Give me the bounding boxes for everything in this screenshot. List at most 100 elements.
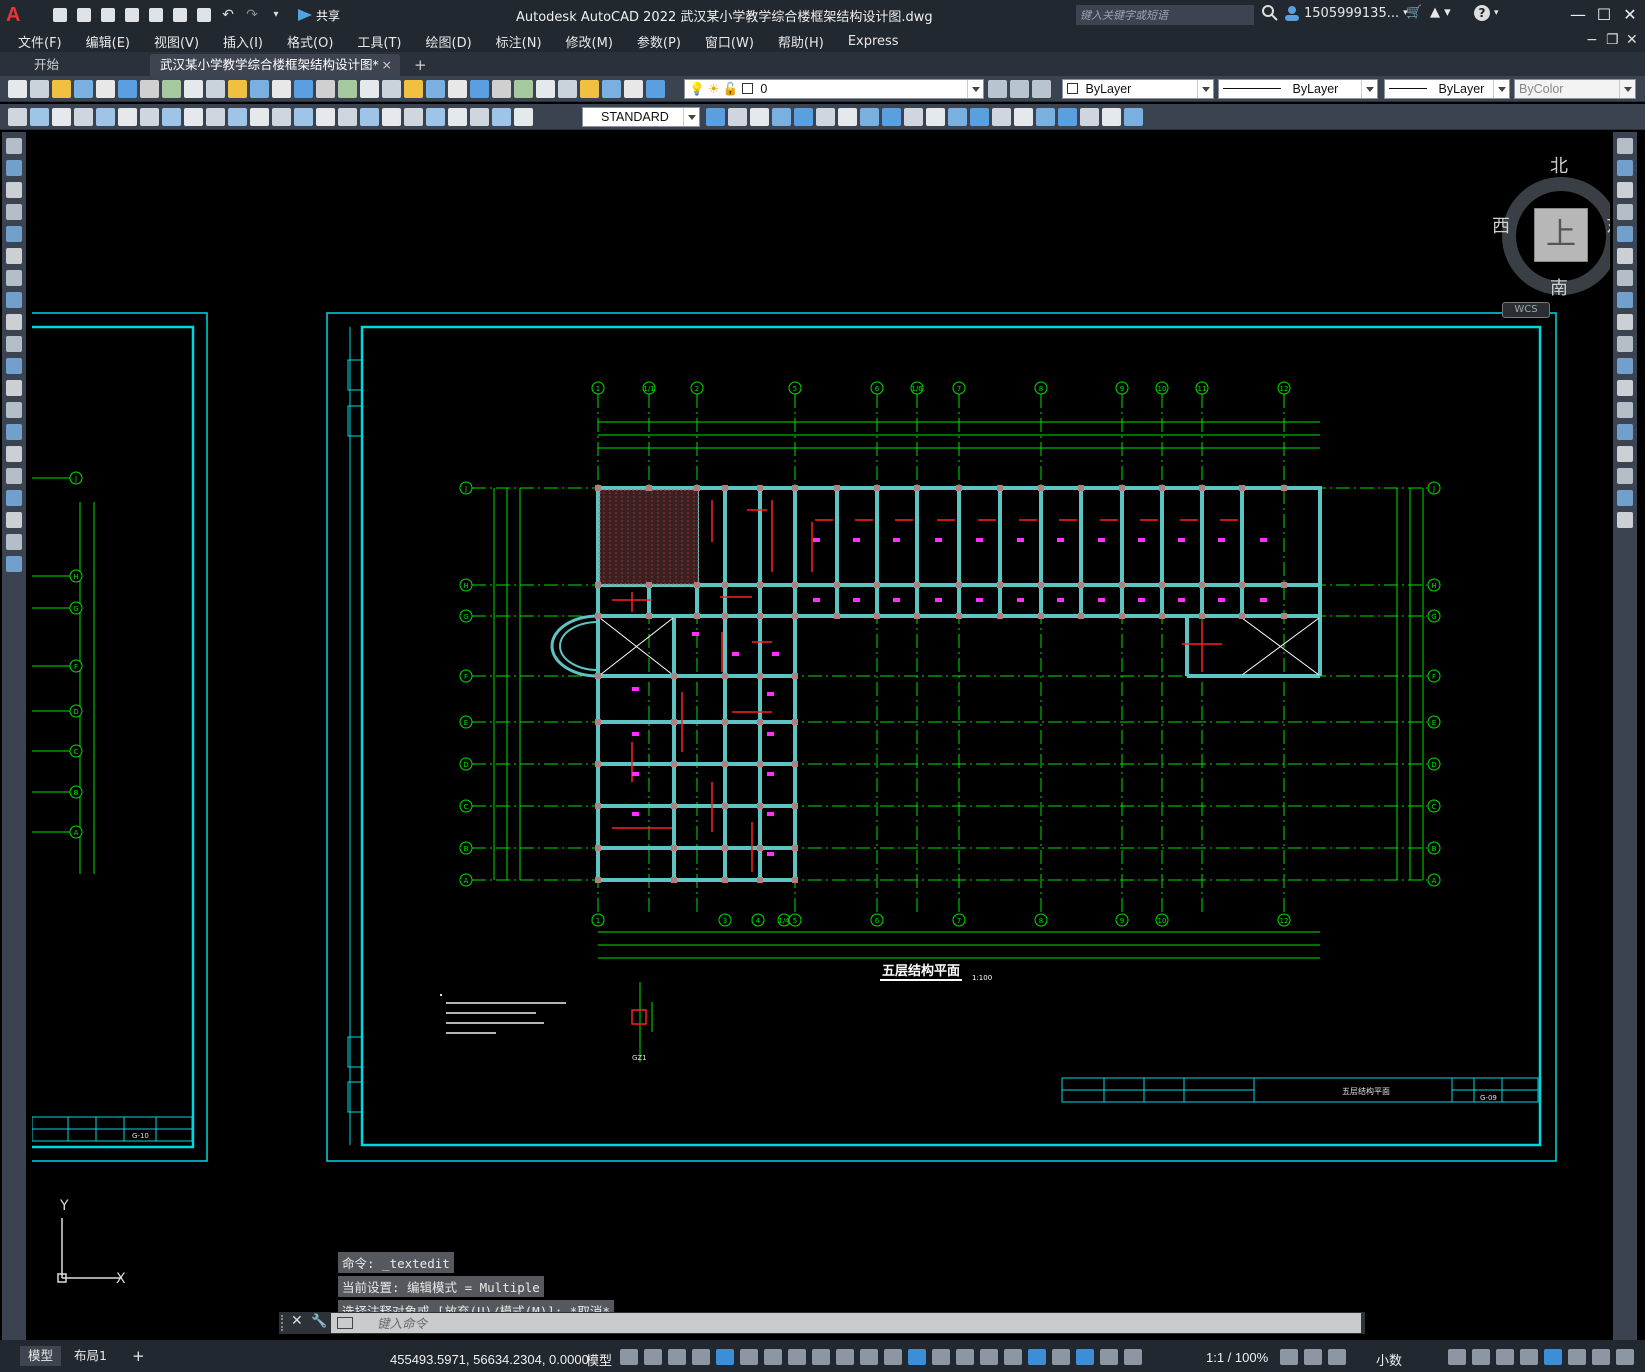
menu-item[interactable]: 编辑(E) xyxy=(86,32,130,51)
plotstyle-dropdown[interactable]: ByColor xyxy=(1514,79,1636,99)
standard-tool-icon[interactable] xyxy=(514,80,533,98)
modify-tool-icon[interactable] xyxy=(1617,468,1633,484)
modify-tool-icon[interactable] xyxy=(926,108,945,126)
standard-tool-icon[interactable] xyxy=(536,80,555,98)
modify-tool-icon[interactable] xyxy=(1617,314,1633,330)
modify-tool-icon[interactable] xyxy=(1617,204,1633,220)
dimension-tool-icon[interactable] xyxy=(272,108,291,126)
dimension-tool-icon[interactable] xyxy=(206,108,225,126)
west-label[interactable]: 西 xyxy=(1492,212,1510,238)
modify-tool-icon[interactable] xyxy=(970,108,989,126)
standard-tool-icon[interactable] xyxy=(646,80,665,98)
dimension-tool-icon[interactable] xyxy=(118,108,137,126)
modify-tool-icon[interactable] xyxy=(1617,490,1633,506)
drawing-area[interactable]: JHGFDCBA G-10 1 1/1 2 5 6 1/6 7 8 9 10 1… xyxy=(32,132,1610,1352)
draw-tool-icon[interactable] xyxy=(6,512,22,528)
status-toggle-icon[interactable] xyxy=(1100,1349,1118,1365)
linetype-dropdown[interactable]: ByLayer xyxy=(1218,79,1378,99)
make-current-icon[interactable] xyxy=(988,80,1007,98)
status-toggle-icon[interactable] xyxy=(1304,1349,1322,1365)
draw-tool-icon[interactable] xyxy=(6,336,22,352)
modify-tool-icon[interactable] xyxy=(1124,108,1143,126)
draw-tool-icon[interactable] xyxy=(6,534,22,550)
modify-tool-icon[interactable] xyxy=(794,108,813,126)
menu-item[interactable]: 帮助(H) xyxy=(778,32,824,51)
help-button[interactable]: ? ▾ xyxy=(1474,5,1499,21)
standard-tool-icon[interactable] xyxy=(338,80,357,98)
modify-tool-icon[interactable] xyxy=(860,108,879,126)
status-toggle-icon[interactable] xyxy=(1592,1349,1610,1365)
status-toggle-icon[interactable] xyxy=(716,1349,734,1365)
standard-tool-icon[interactable] xyxy=(602,80,621,98)
lineweight-dropdown[interactable]: ByLayer xyxy=(1384,79,1510,99)
standard-tool-icon[interactable] xyxy=(382,80,401,98)
save-web-icon[interactable] xyxy=(170,6,190,24)
modify-tool-icon[interactable] xyxy=(1058,108,1077,126)
layer-match-icon[interactable] xyxy=(1010,80,1029,98)
undo-icon[interactable]: ↶ xyxy=(218,6,238,24)
add-layout-button[interactable]: + xyxy=(124,1346,153,1366)
dimension-tool-icon[interactable] xyxy=(162,108,181,126)
draw-tool-icon[interactable] xyxy=(6,446,22,462)
close-command-line-icon[interactable]: ✕ xyxy=(291,1313,303,1329)
status-toggle-icon[interactable] xyxy=(932,1349,950,1365)
modify-tool-icon[interactable] xyxy=(1617,270,1633,286)
status-toggle-icon[interactable] xyxy=(644,1349,662,1365)
standard-tool-icon[interactable] xyxy=(140,80,159,98)
mdi-restore-button[interactable]: ❐ xyxy=(1606,32,1619,48)
modify-tool-icon[interactable] xyxy=(1014,108,1033,126)
modify-tool-icon[interactable] xyxy=(1617,226,1633,242)
customize-wrench-icon[interactable]: 🔧 xyxy=(311,1314,327,1329)
command-input[interactable] xyxy=(331,1313,1361,1333)
standard-tool-icon[interactable] xyxy=(74,80,93,98)
dimension-tool-icon[interactable] xyxy=(74,108,93,126)
draw-tool-icon[interactable] xyxy=(6,182,22,198)
draw-tool-icon[interactable] xyxy=(6,226,22,242)
color-dropdown[interactable]: ByLayer xyxy=(1062,79,1214,99)
status-toggle-icon[interactable] xyxy=(1028,1349,1046,1365)
modify-tool-icon[interactable] xyxy=(706,108,725,126)
status-toggle-icon[interactable] xyxy=(980,1349,998,1365)
status-toggle-icon[interactable] xyxy=(1544,1349,1562,1365)
draw-tool-icon[interactable] xyxy=(6,160,22,176)
viewcube-top-face[interactable]: 上 xyxy=(1534,208,1588,262)
wcs-menu[interactable]: WCS xyxy=(1502,302,1550,318)
draw-tool-icon[interactable] xyxy=(6,358,22,374)
menu-item[interactable]: 工具(T) xyxy=(357,32,401,51)
modify-tool-icon[interactable] xyxy=(816,108,835,126)
dimension-tool-icon[interactable] xyxy=(96,108,115,126)
standard-tool-icon[interactable] xyxy=(316,80,335,98)
modify-tool-icon[interactable] xyxy=(772,108,791,126)
close-tab-icon[interactable]: × xyxy=(382,54,392,76)
standard-tool-icon[interactable] xyxy=(558,80,577,98)
tab-active-drawing[interactable]: 武汉某小学教学综合楼框架结构设计图* × xyxy=(150,54,400,76)
standard-tool-icon[interactable] xyxy=(272,80,291,98)
drawing-canvas[interactable]: JHGFDCBA G-10 1 1/1 2 5 6 1/6 7 8 9 10 1… xyxy=(32,132,1610,1352)
tab-layout1[interactable]: 布局1 xyxy=(66,1346,115,1366)
modify-tool-icon[interactable] xyxy=(1617,182,1633,198)
a360-icon[interactable]: ▲ ▾ xyxy=(1430,5,1451,20)
dimension-tool-icon[interactable] xyxy=(492,108,511,126)
dimension-tool-icon[interactable] xyxy=(448,108,467,126)
standard-tool-icon[interactable] xyxy=(294,80,313,98)
dimension-tool-icon[interactable] xyxy=(250,108,269,126)
menu-item[interactable]: 标注(N) xyxy=(496,32,542,51)
menu-item[interactable]: 视图(V) xyxy=(154,32,199,51)
modify-tool-icon[interactable] xyxy=(750,108,769,126)
draw-tool-icon[interactable] xyxy=(6,314,22,330)
menu-item[interactable]: 格式(O) xyxy=(287,32,333,51)
close-button[interactable]: ✕ xyxy=(1616,4,1644,26)
standard-tool-icon[interactable] xyxy=(404,80,423,98)
dimension-tool-icon[interactable] xyxy=(382,108,401,126)
standard-tool-icon[interactable] xyxy=(624,80,643,98)
modify-tool-icon[interactable] xyxy=(1617,358,1633,374)
standard-tool-icon[interactable] xyxy=(426,80,445,98)
modify-tool-icon[interactable] xyxy=(728,108,747,126)
south-label[interactable]: 南 xyxy=(1550,274,1568,300)
share-button[interactable]: 共享 xyxy=(298,7,340,24)
modify-tool-icon[interactable] xyxy=(1080,108,1099,126)
standard-tool-icon[interactable] xyxy=(470,80,489,98)
draw-tool-icon[interactable] xyxy=(6,380,22,396)
draw-tool-icon[interactable] xyxy=(6,138,22,154)
modify-tool-icon[interactable] xyxy=(1617,380,1633,396)
